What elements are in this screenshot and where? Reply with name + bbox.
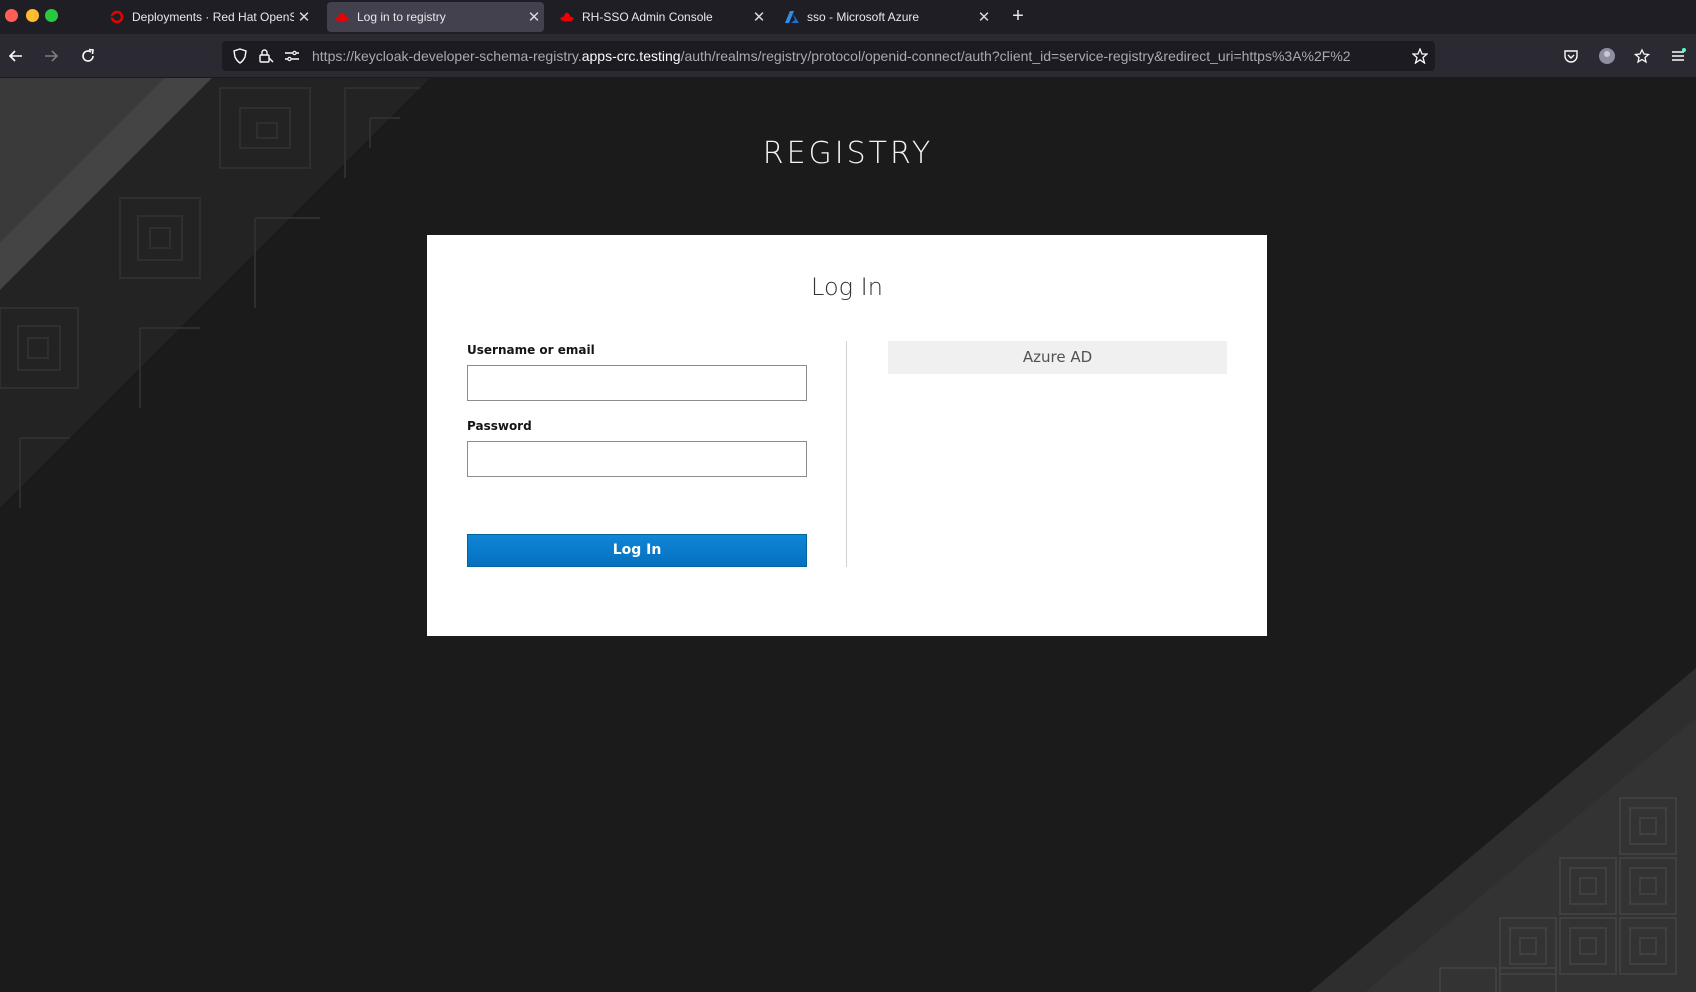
pocket-button[interactable] [1561,46,1581,66]
arrow-right-icon [45,50,59,62]
navigation-bar: https://keycloak-developer-schema-regist… [0,34,1696,78]
username-input[interactable] [467,365,807,401]
login-button[interactable]: Log In [467,534,807,567]
openshift-icon [110,10,124,24]
password-input[interactable] [467,441,807,477]
tab-bar: Deployments · Red Hat OpenShift ✕ Log in… [0,0,1696,34]
reload-icon [82,48,94,62]
url-bar[interactable]: https://keycloak-developer-schema-regist… [222,41,1435,71]
tab-deployments[interactable]: Deployments · Red Hat OpenShift ✕ [102,2,314,32]
tab-login[interactable]: Log in to registry ✕ [327,2,544,32]
divider [846,341,847,567]
bookmark-star-icon[interactable] [1412,48,1428,64]
hamburger-menu-icon [1672,48,1686,61]
close-icon[interactable]: ✕ [749,8,769,26]
url-text[interactable]: https://keycloak-developer-schema-regist… [312,48,1402,64]
username-label: Username or email [467,343,595,357]
new-tab-button[interactable]: + [1006,4,1030,28]
tab-title: sso - Microsoft Azure [807,10,920,24]
url-host: apps-crc.testing [581,48,681,64]
pocket-icon [1564,50,1578,63]
brand-title: REGISTRY [762,136,934,171]
extensions-button[interactable] [1632,46,1652,66]
close-icon[interactable]: ✕ [524,8,544,26]
url-path: /auth/realms/registry/protocol/openid-co… [680,48,1351,64]
close-icon[interactable]: ✕ [294,8,314,26]
window-minimize-button[interactable] [26,9,39,22]
permissions-icon[interactable] [284,48,300,64]
forward-button[interactable] [41,46,61,66]
tab-title: Deployments · Red Hat OpenShift [132,10,294,24]
page-content: REGISTRY Log In Username or email Passwo… [0,78,1696,992]
window-close-button[interactable] [5,9,18,22]
arrow-left-icon [8,50,22,62]
redhat-icon [335,10,349,24]
login-card: Log In Username or email Password Log In… [427,235,1267,636]
redhat-icon [560,10,574,24]
shield-icon[interactable] [232,48,248,64]
avatar-icon [1599,48,1615,64]
tab-title: Log in to registry [357,10,446,24]
azure-ad-button[interactable]: Azure AD [888,341,1227,374]
azure-icon [785,10,799,24]
url-prefix: https://keycloak-developer-schema-regist… [312,48,582,64]
password-label: Password [467,419,532,433]
menu-button[interactable] [1668,46,1688,66]
window-maximize-button[interactable] [45,9,58,22]
reload-button[interactable] [78,46,98,66]
tab-rh-sso[interactable]: RH-SSO Admin Console ✕ [552,2,769,32]
extensions-icon [1634,48,1650,64]
tab-title: RH-SSO Admin Console [582,10,713,24]
account-button[interactable] [1597,46,1617,66]
login-title: Log In [811,273,883,301]
lock-icon[interactable] [258,48,274,64]
tab-azure[interactable]: sso - Microsoft Azure ✕ [777,2,994,32]
close-icon[interactable]: ✕ [974,8,994,26]
back-button[interactable] [6,46,26,66]
